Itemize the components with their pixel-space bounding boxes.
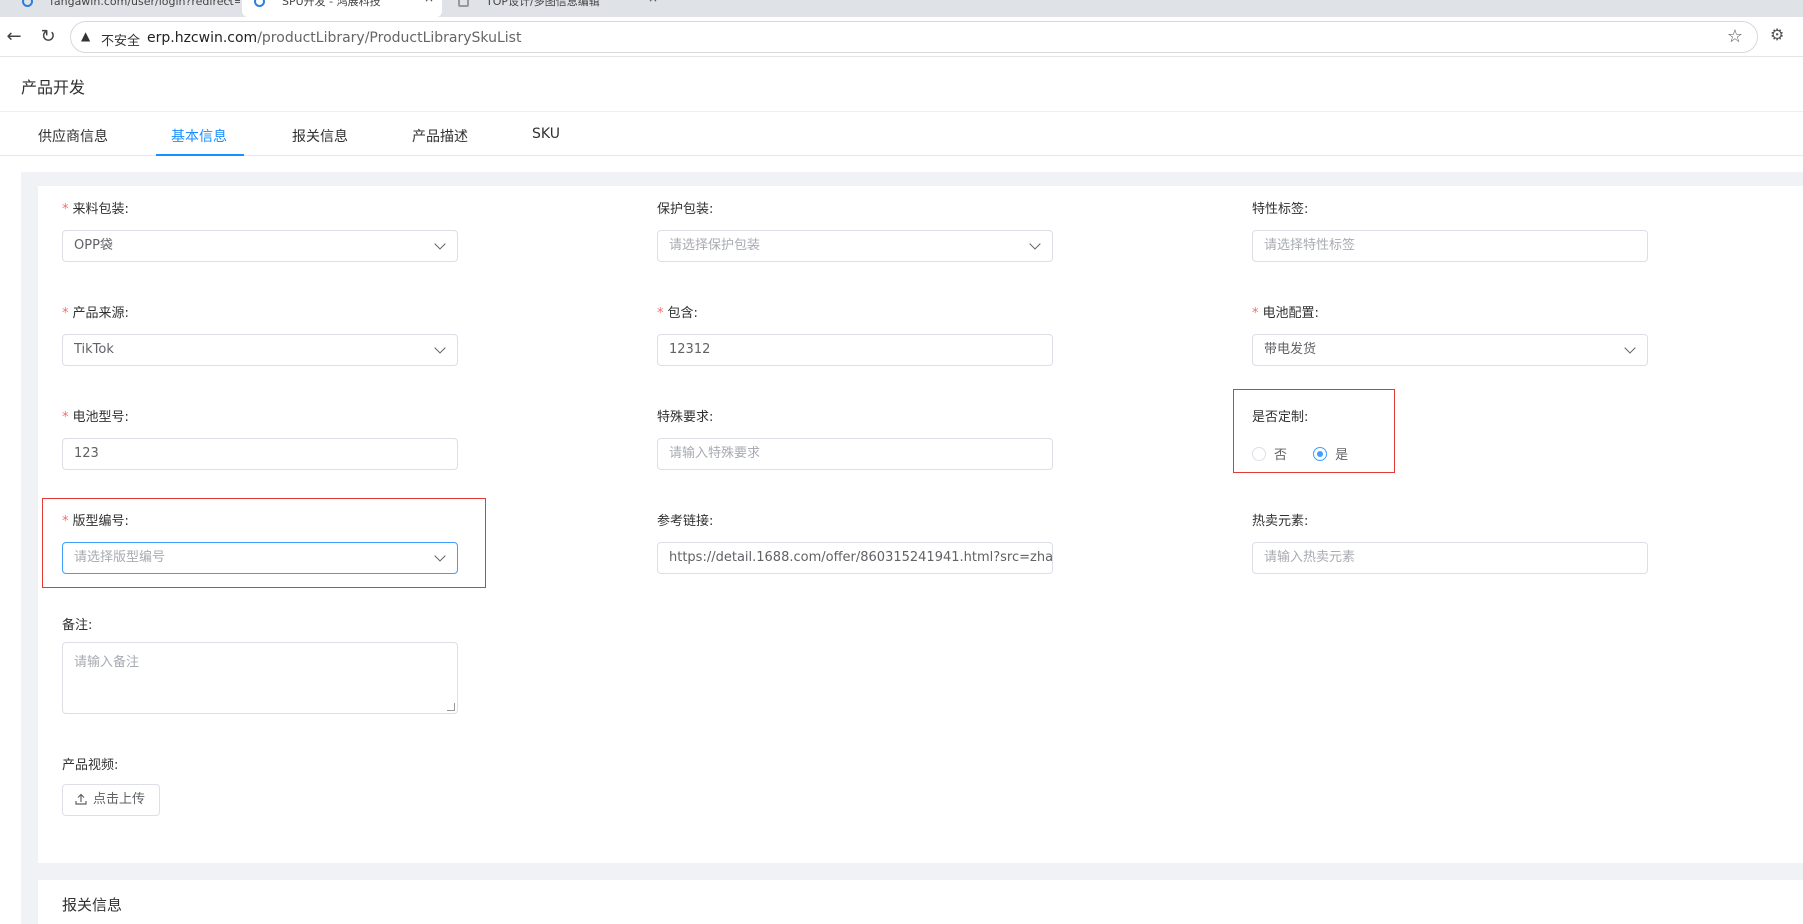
incoming-packaging-select[interactable]: OPP袋 [62, 230, 458, 262]
label-text: 产品来源: [72, 306, 129, 321]
input-placeholder: 请输入热卖元素 [1264, 550, 1356, 565]
special-requirements-input[interactable]: 请输入特殊要求 [657, 438, 1053, 470]
browser-tab[interactable]: fangawin.com/user/login?redirect= × [10, 0, 240, 17]
chevron-down-icon [1028, 231, 1042, 261]
browser-tab-active[interactable]: SPU开发 - 鸿展科技 × [242, 0, 442, 17]
required-mark: * [62, 202, 69, 217]
textarea-placeholder: 请输入备注 [74, 655, 140, 670]
required-mark: * [62, 306, 69, 321]
select-value: OPP袋 [74, 238, 113, 253]
reload-icon[interactable]: ↻ [36, 25, 60, 49]
feature-tags-label: 特性标签: [1252, 202, 1309, 217]
incoming-packaging-label: * 来料包装: [62, 198, 129, 217]
product-video-label: 产品视频: [62, 758, 119, 773]
remarks-label: 备注: [62, 618, 93, 633]
label-text: 电池型号: [72, 410, 129, 425]
browser-tab[interactable]: TOP设计/多图信息编辑 × [446, 0, 666, 17]
pattern-number-label: * 版型编号: [62, 510, 129, 529]
tab-product-description[interactable]: 产品描述 [412, 126, 468, 146]
required-mark: * [62, 410, 69, 425]
required-mark: * [62, 514, 69, 529]
upload-icon [75, 793, 87, 805]
input-value: https://detail.1688.com/offer/8603152419… [669, 550, 1053, 565]
input-placeholder: 请输入特殊要求 [669, 446, 761, 461]
tab-supplier-info[interactable]: 供应商信息 [38, 126, 108, 146]
extension-icon[interactable]: ⚙ [1770, 25, 1784, 44]
select-value: TikTok [74, 342, 114, 357]
hot-elements-input[interactable]: 请输入热卖元素 [1252, 542, 1648, 574]
chevron-down-icon [433, 335, 447, 365]
basic-info-card: * 来料包装: OPP袋 保护包装: 请选择保护包装 特性标签: 请选择特性标签 … [38, 186, 1803, 863]
page-title: 产品开发 [21, 78, 86, 97]
radio-no[interactable] [1252, 446, 1266, 461]
product-source-label: * 产品来源: [62, 302, 129, 321]
label-text: 来料包装: [72, 202, 129, 217]
reference-link-input[interactable]: https://detail.1688.com/offer/8603152419… [657, 542, 1053, 574]
tab-basic-info[interactable]: 基本信息 [171, 126, 227, 146]
required-mark: * [657, 306, 664, 321]
customized-label: 是否定制: [1252, 410, 1309, 425]
chevron-down-icon [1623, 335, 1637, 365]
upload-button-label: 点击上传 [93, 792, 146, 807]
select-value: 带电发货 [1264, 342, 1317, 357]
required-mark: * [1252, 306, 1259, 321]
tab-customs-info[interactable]: 报关信息 [292, 126, 348, 146]
radio-no-label[interactable]: 否 [1274, 444, 1287, 463]
customs-info-card: 报关信息 [38, 880, 1803, 924]
select-placeholder: 请选择特性标签 [1264, 238, 1356, 253]
browser-tab-label: SPU开发 - 鸿展科技 [282, 0, 381, 8]
reference-link-label: 参考链接: [657, 514, 714, 529]
back-arrow-icon[interactable]: ← [2, 25, 26, 49]
customized-radio-group: 否 是 [1252, 444, 1370, 463]
includes-label: * 包含: [657, 302, 698, 321]
pattern-number-select[interactable]: 请选择版型编号 [62, 542, 458, 574]
input-value: 12312 [669, 342, 711, 357]
section-tabs: 供应商信息 基本信息 报关信息 产品描述 SKU [0, 112, 1803, 156]
insecure-label: 不安全 [101, 34, 141, 49]
chevron-down-icon [433, 231, 447, 261]
select-placeholder: 请选择保护包装 [669, 238, 761, 253]
battery-model-label: * 电池型号: [62, 406, 129, 425]
url-bar[interactable]: ▲ 不安全 erp.hzcwin.com/productLibrary/Prod… [70, 21, 1758, 53]
protective-packaging-select[interactable]: 请选择保护包装 [657, 230, 1053, 262]
includes-input[interactable]: 12312 [657, 334, 1053, 366]
select-placeholder: 请选择版型编号 [74, 550, 166, 565]
input-value: 123 [74, 446, 99, 461]
page-icon [458, 0, 469, 7]
active-tab-indicator [156, 154, 244, 156]
tab-sku[interactable]: SKU [532, 126, 560, 142]
star-icon[interactable]: ☆ [1727, 26, 1743, 47]
battery-config-select[interactable]: 带电发货 [1252, 334, 1648, 366]
battery-config-label: * 电池配置: [1252, 302, 1319, 321]
resize-handle-icon[interactable] [447, 703, 455, 711]
browser-tab-label: TOP设计/多图信息编辑 [486, 0, 600, 8]
url-path: /productLibrary/ProductLibrarySkuList [257, 30, 522, 46]
radio-yes[interactable] [1313, 446, 1328, 461]
address-bar-row: ← ↻ ▲ 不安全 erp.hzcwin.com/productLibrary/… [0, 17, 1803, 57]
browser-tab-label: fangawin.com/user/login?redirect= [50, 0, 240, 8]
chevron-down-icon [433, 543, 447, 573]
globe-icon [254, 0, 265, 7]
app-header: 产品开发 [0, 58, 1803, 112]
product-source-select[interactable]: TikTok [62, 334, 458, 366]
globe-icon [22, 0, 33, 7]
special-requirements-label: 特殊要求: [657, 410, 714, 425]
protective-packaging-label: 保护包装: [657, 202, 714, 217]
label-text: 电池配置: [1262, 306, 1319, 321]
remarks-textarea[interactable]: 请输入备注 [62, 642, 458, 714]
radio-yes-label[interactable]: 是 [1335, 444, 1348, 463]
label-text: 包含: [667, 306, 698, 321]
upload-button[interactable]: 点击上传 [62, 784, 161, 816]
browser-tab-strip: fangawin.com/user/login?redirect= × SPU开… [0, 0, 1803, 17]
feature-tags-select[interactable]: 请选择特性标签 [1252, 230, 1648, 262]
section-title: 报关信息 [62, 896, 123, 914]
url-host: erp.hzcwin.com [147, 30, 258, 46]
battery-model-input[interactable]: 123 [62, 438, 458, 470]
hot-elements-label: 热卖元素: [1252, 514, 1309, 529]
warning-icon: ▲ [81, 29, 91, 43]
label-text: 版型编号: [72, 514, 129, 529]
url-text: erp.hzcwin.com/productLibrary/ProductLib… [147, 30, 521, 46]
